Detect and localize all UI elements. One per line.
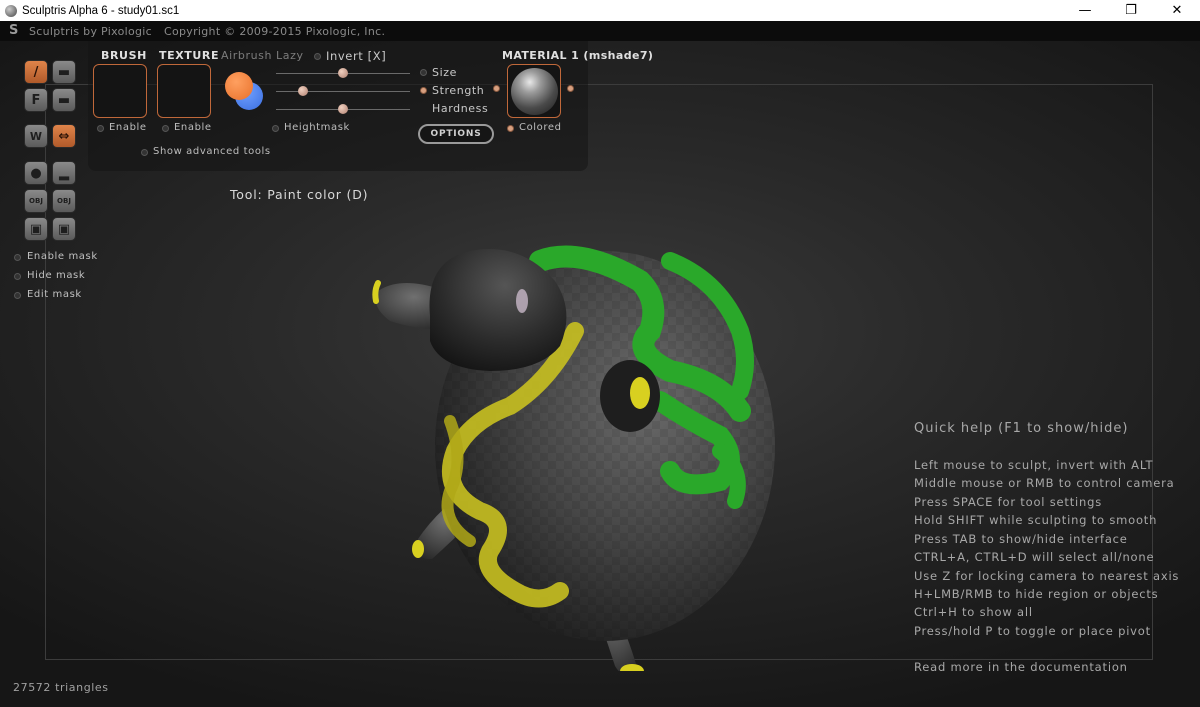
app-area: S Sculptris by Pixologic Copyright © 200… (0, 21, 1200, 707)
heightmask-radio[interactable] (272, 125, 279, 132)
save-icon: ▣ (29, 221, 43, 237)
size-radio[interactable] (420, 69, 427, 76)
symmetry-icon: ⇔ (58, 128, 70, 144)
hardness-slider-knob[interactable] (338, 104, 348, 114)
window-controls: — ❐ ✕ (1062, 0, 1200, 21)
options-button[interactable]: OPTIONS (418, 124, 494, 144)
invert-radio[interactable] (314, 53, 321, 60)
quick-help-line: Left mouse to sculpt, invert with ALT (914, 458, 1154, 472)
strength-slider-knob[interactable] (297, 86, 308, 96)
plane-icon: ▂ (59, 165, 69, 181)
import-obj-icon: OBJ (29, 197, 43, 205)
head-highlight (516, 289, 528, 313)
texture-enable-label[interactable]: Enable (174, 122, 212, 133)
quick-help-line: Press TAB to show/hide interface (914, 532, 1128, 546)
sphere-icon: ● (30, 165, 42, 181)
paint-brush-icon: / (33, 64, 39, 80)
strength-slider-track[interactable] (276, 91, 410, 92)
center-bump-tip (630, 377, 650, 409)
zigzag-button[interactable]: W (24, 124, 48, 148)
flatten-button[interactable]: F (24, 88, 48, 112)
open-button[interactable]: ▣ (52, 217, 76, 241)
open-icon: ▣ (57, 221, 71, 237)
brush-label: BRUSH (101, 49, 147, 62)
hide-mask-radio[interactable] (14, 273, 21, 280)
crease-icon: ▬ (57, 92, 71, 108)
material-prev-arrow[interactable] (493, 85, 500, 92)
export-obj-icon: OBJ (57, 197, 71, 205)
paint-bump-button[interactable]: ▬ (52, 60, 76, 84)
brush-enable-radio[interactable] (97, 125, 104, 132)
quick-help-line: Ctrl+H to show all (914, 605, 1033, 619)
copyright-text: Copyright © 2009-2015 Pixologic, Inc. (163, 24, 386, 38)
strength-radio[interactable] (420, 87, 427, 94)
window-titlebar: Sculptris Alpha 6 - study01.sc1 — ❐ ✕ (0, 0, 1200, 21)
brush-slot[interactable] (93, 64, 147, 118)
left-horn-tip (412, 540, 424, 558)
primary-color-swatch[interactable] (225, 72, 253, 100)
close-button[interactable]: ✕ (1154, 0, 1200, 21)
colored-radio[interactable] (507, 125, 514, 132)
show-advanced-tools[interactable]: Show advanced tools (153, 146, 271, 157)
airbrush-toggle[interactable]: Airbrush (221, 49, 272, 62)
enable-mask[interactable]: Enable mask (27, 251, 98, 262)
texture-enable-radio[interactable] (162, 125, 169, 132)
center-bump (600, 360, 660, 432)
edit-mask-radio[interactable] (14, 292, 21, 299)
zigzag-icon: W (29, 129, 43, 143)
quick-help-line: Press SPACE for tool settings (914, 495, 1102, 509)
quick-help-line: H+LMB/RMB to hide region or objects (914, 587, 1159, 601)
quick-help-line: Hold SHIFT while sculpting to smooth (914, 513, 1158, 527)
plane-button[interactable]: ▂ (52, 161, 76, 185)
export-obj-button[interactable]: OBJ (52, 189, 76, 213)
texture-slot[interactable] (157, 64, 211, 118)
sphere-button[interactable]: ● (24, 161, 48, 185)
crease-button[interactable]: ▬ (52, 88, 76, 112)
sculpt-model[interactable] (340, 221, 800, 671)
colored-label[interactable]: Colored (519, 122, 562, 133)
enable-mask-radio[interactable] (14, 254, 21, 261)
upper-left-horn-tip (372, 280, 381, 304)
quick-help-title: Quick help (F1 to show/hide) (914, 421, 1129, 436)
edit-mask[interactable]: Edit mask (27, 289, 82, 300)
triangle-count: 27572 triangles (13, 681, 109, 694)
import-obj-button[interactable]: OBJ (24, 189, 48, 213)
sculptris-logo-icon: S (9, 23, 19, 38)
quick-help-line: Use Z for locking camera to nearest axis (914, 569, 1180, 583)
maximize-button[interactable]: ❐ (1108, 0, 1154, 21)
material-preview[interactable] (507, 64, 561, 118)
tool-status: Tool: Paint color (D) (230, 187, 369, 202)
size-label: Size (432, 66, 457, 79)
show-advanced-radio[interactable] (141, 149, 148, 156)
save-button[interactable]: ▣ (24, 217, 48, 241)
hide-mask[interactable]: Hide mask (27, 270, 85, 281)
app-name: Sculptris by Pixologic (29, 24, 152, 38)
texture-label: TEXTURE (159, 49, 220, 62)
material-label: MATERIAL 1 (mshade7) (502, 49, 654, 62)
documentation-link[interactable]: Read more in the documentation (914, 660, 1128, 674)
minimize-button[interactable]: — (1062, 0, 1108, 21)
heightmask-label[interactable]: Heightmask (284, 122, 350, 133)
size-slider-knob[interactable] (338, 68, 348, 78)
material-sphere-icon (511, 68, 558, 115)
window-title: Sculptris Alpha 6 - study01.sc1 (22, 4, 180, 17)
symmetry-button[interactable]: ⇔ (52, 124, 76, 148)
lazy-toggle[interactable]: Lazy (276, 49, 304, 62)
quick-help-line: CTRL+A, CTRL+D will select all/none (914, 550, 1155, 564)
quick-help-line: Press/hold P to toggle or place pivot (914, 624, 1151, 638)
app-icon (5, 4, 17, 17)
hardness-label: Hardness (432, 102, 489, 115)
invert-toggle[interactable]: Invert [X] (326, 49, 386, 63)
material-next-arrow[interactable] (567, 85, 574, 92)
flatten-icon: F (31, 92, 41, 108)
paint-color-button[interactable]: / (24, 60, 48, 84)
app-header: S Sculptris by Pixologic Copyright © 200… (0, 21, 1200, 41)
strength-label: Strength (432, 84, 485, 97)
quick-help-line: Middle mouse or RMB to control camera (914, 476, 1175, 490)
bump-icon: ▬ (57, 64, 71, 80)
brush-enable-label[interactable]: Enable (109, 122, 147, 133)
